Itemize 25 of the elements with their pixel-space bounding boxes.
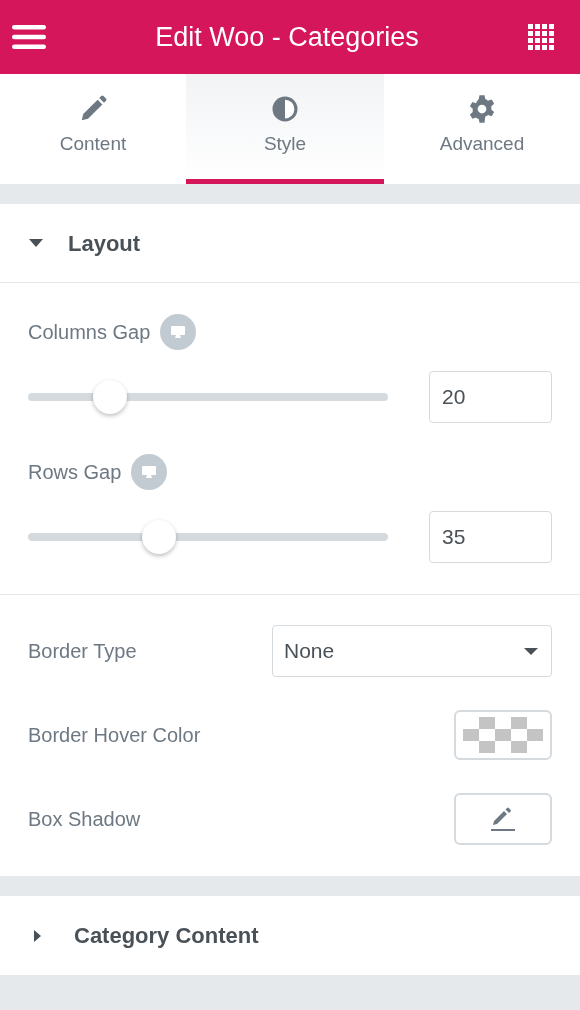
- number-field[interactable]: 35: [429, 511, 552, 563]
- control-label: Border Type: [28, 639, 137, 664]
- gear-icon: [467, 94, 497, 125]
- desktop-icon[interactable]: [131, 454, 168, 490]
- menu-icon[interactable]: [12, 25, 46, 49]
- apps-grid-icon[interactable]: [528, 24, 554, 50]
- number-field[interactable]: 20: [429, 371, 552, 423]
- pencil-icon: [491, 806, 515, 832]
- desktop-icon[interactable]: [160, 314, 197, 350]
- edit-button[interactable]: [454, 793, 552, 845]
- control-label: Border Hover Color: [28, 723, 201, 748]
- slider-thumb[interactable]: [142, 520, 177, 554]
- slider[interactable]: [28, 378, 388, 416]
- control-label: Columns Gap: [28, 320, 151, 345]
- color-swatch[interactable]: [454, 710, 552, 760]
- tab[interactable]: Style: [186, 74, 384, 184]
- control-label: Box Shadow: [28, 807, 141, 832]
- slider-thumb[interactable]: [93, 380, 128, 414]
- window-title: Edit Woo - Categories: [155, 20, 419, 54]
- caret-icon: [28, 238, 44, 248]
- control-label: Rows Gap: [28, 460, 122, 485]
- caret-icon: [523, 646, 539, 656]
- slider[interactable]: [28, 518, 388, 556]
- dropdown[interactable]: None: [272, 625, 552, 677]
- caret-icon: [34, 929, 41, 942]
